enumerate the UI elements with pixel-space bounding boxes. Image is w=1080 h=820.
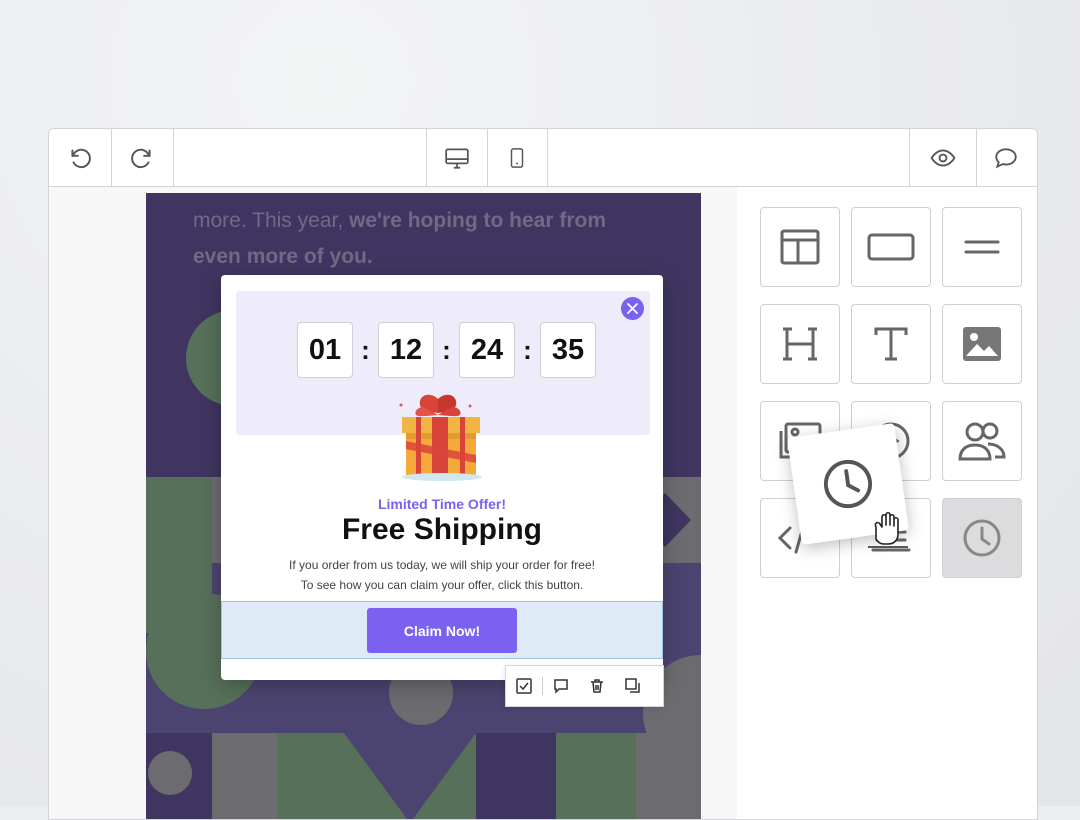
block-layout[interactable] [760,207,840,287]
gift-icon [399,394,482,481]
promo-popup: 01 : 12 : 24 : 35 Limited Time Offer! Fr… [221,275,663,680]
redo-icon [131,148,151,168]
block-text[interactable] [851,304,931,384]
duplicate-action[interactable] [615,666,651,706]
block-image[interactable] [942,304,1022,384]
offer-body-line: To see how you can claim your offer, cli… [300,578,584,592]
timer-hours: 01 [297,322,353,378]
heading-icon [783,327,817,361]
desktop-icon [445,147,469,169]
top-toolbar [49,129,1037,187]
comment-icon [554,679,568,694]
mobile-icon [510,147,524,168]
image-icon [963,327,1001,361]
desktop-view-button[interactable] [426,129,488,186]
users-icon [958,422,1006,461]
offer-title: Free Shipping [341,513,542,546]
timer-separator: : [361,334,370,365]
delete-action[interactable] [579,666,615,706]
block-divider[interactable] [942,207,1022,287]
countdown-timer: 01 : 12 : 24 : 35 [297,322,596,378]
layout-icon [780,229,820,265]
offer-description: If you order from us today, we will ship… [221,555,663,595]
timer-seconds: 24 [459,322,515,378]
close-button[interactable] [621,297,644,320]
block-heading[interactable] [760,304,840,384]
timer-frames: 35 [540,322,596,378]
offer-body-line: If you order from us today, we will ship… [289,558,595,572]
trash-icon [591,679,603,693]
selected-button-row[interactable]: Claim Now! [221,601,663,659]
divider-icon [964,240,1000,254]
mobile-view-button[interactable] [487,129,548,186]
redo-button[interactable] [111,129,174,186]
timer-separator: : [442,334,451,365]
preview-button[interactable] [909,129,977,186]
preview-icon [930,148,956,167]
block-timer[interactable] [942,498,1022,578]
row-actions-toolbar [505,665,664,707]
block-button[interactable] [851,207,931,287]
timer-minutes: 12 [378,322,434,378]
comments-button[interactable] [975,129,1037,186]
comment-action[interactable] [543,666,579,706]
select-action[interactable] [506,666,542,706]
claim-now-button[interactable]: Claim Now! [367,608,517,653]
undo-icon [71,148,91,168]
block-social[interactable] [942,401,1022,481]
text-icon [874,327,908,361]
close-icon [627,303,638,314]
duplicate-icon [625,678,640,693]
grab-cursor-icon [868,511,908,548]
offer-label: Limited Time Offer! [377,496,507,512]
comment-icon [995,147,1017,168]
clock-icon [823,459,873,509]
timer-separator: : [523,334,532,365]
clock-icon [963,519,1001,557]
undo-button[interactable] [49,129,112,186]
checkbox-icon [516,678,532,694]
button-icon [867,233,915,261]
